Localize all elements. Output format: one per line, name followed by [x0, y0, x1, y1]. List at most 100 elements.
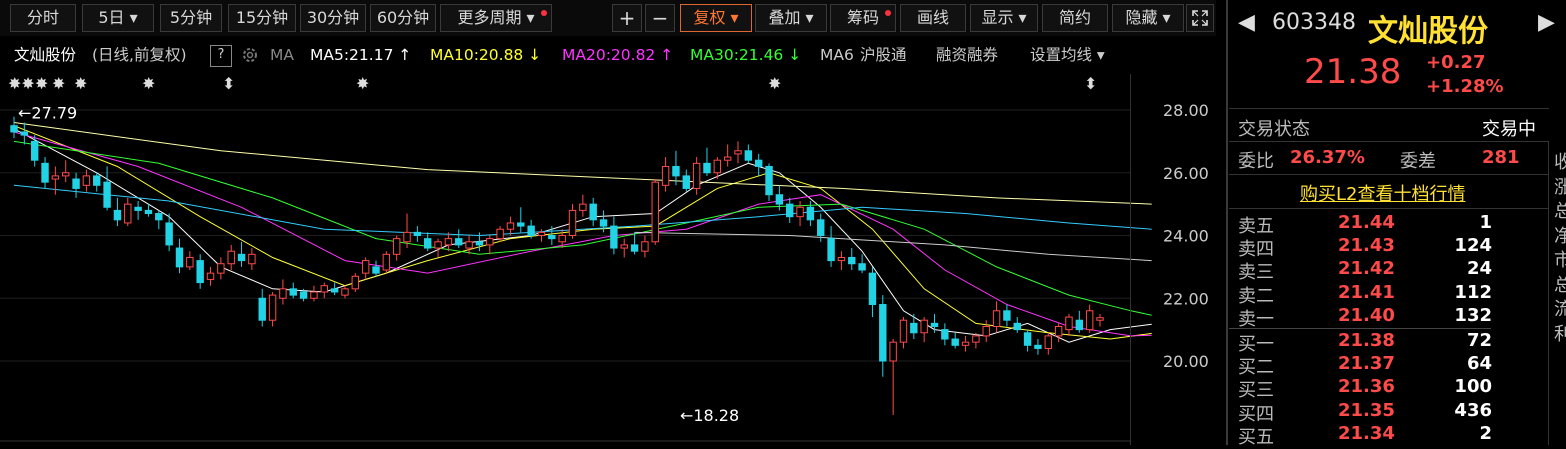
bid-row[interactable]: 买二 21.37 64: [1238, 353, 1492, 378]
candle-body: [879, 304, 887, 362]
candle-body: [382, 253, 391, 271]
candle-body: [227, 250, 235, 265]
candle-body: [754, 159, 763, 167]
candle-body: [910, 322, 918, 334]
edge-label: 涨: [1554, 176, 1566, 198]
candle-body: [424, 238, 432, 249]
candle-body: [837, 256, 846, 262]
candle-body: [599, 219, 608, 227]
divider: [1229, 208, 1549, 209]
candle-body: [1054, 325, 1063, 337]
candle-body: [1085, 310, 1094, 331]
ma-line-ma250: [634, 231, 1152, 262]
price-extreme-label: ←27.79: [18, 104, 77, 123]
level-price: 21.44: [1338, 212, 1395, 233]
candle-body: [134, 206, 142, 211]
price-change-pct: +1.28%: [1426, 76, 1504, 97]
candle-body: [506, 222, 515, 230]
candle-body: [30, 140, 39, 161]
level-price: 21.35: [1338, 399, 1395, 421]
candle-body: [320, 285, 328, 293]
price-extreme-label: ←18.28: [680, 406, 739, 425]
bid-row[interactable]: 买三 21.36 100: [1238, 376, 1492, 401]
candle-body: [1034, 344, 1042, 349]
candle-body: [568, 209, 577, 236]
candle-body: [1013, 322, 1021, 331]
candle-body: [630, 244, 639, 252]
candle-body: [217, 263, 225, 274]
candle-body: [558, 235, 566, 243]
candle-body: [899, 319, 908, 343]
candle-body: [703, 162, 711, 174]
candle-body: [734, 150, 742, 155]
candle-body: [1075, 319, 1084, 331]
candle-body: [289, 288, 297, 296]
candle-body: [175, 247, 184, 268]
prev-stock-arrow[interactable]: ◀: [1238, 10, 1255, 35]
candle-body: [868, 272, 877, 306]
level-price: 21.42: [1338, 258, 1395, 280]
candle-body: [51, 175, 60, 180]
level-volume: 72: [1466, 330, 1492, 351]
candle-body: [775, 194, 784, 205]
level-price: 21.37: [1338, 353, 1395, 375]
candle-body: [796, 206, 804, 218]
column-divider: [1548, 142, 1549, 445]
candle-body: [72, 178, 80, 189]
panel-divider[interactable]: [1226, 0, 1228, 445]
level-label: 卖五: [1238, 216, 1274, 237]
candle-body: [403, 231, 411, 243]
candle-body: [144, 209, 153, 215]
candle-body: [1096, 317, 1104, 321]
ma-line-ma20: [13, 131, 1152, 337]
candle-body: [237, 253, 246, 262]
candle-body: [692, 162, 701, 189]
candle-body: [641, 241, 649, 252]
candle-body: [330, 288, 339, 293]
weibi-value: 26.37%: [1290, 147, 1365, 168]
ask-row[interactable]: 卖二 21.41 112: [1238, 282, 1492, 307]
candle-body: [579, 203, 587, 211]
candle-body: [610, 225, 618, 249]
next-stock-arrow[interactable]: ▶: [1538, 10, 1555, 35]
ask-row[interactable]: 卖五 21.44 1: [1238, 212, 1492, 237]
level-label: 卖二: [1238, 285, 1274, 307]
candle-body: [537, 231, 546, 237]
candle-body: [672, 165, 680, 177]
axis-separator: [1130, 74, 1131, 445]
level-volume: 132: [1454, 304, 1492, 326]
bid-row[interactable]: 买五 21.34 2: [1238, 423, 1492, 448]
candle-body: [165, 222, 173, 246]
price-change: +0.27: [1426, 52, 1486, 73]
last-price: 21.38: [1304, 52, 1402, 92]
candle-body: [723, 156, 732, 161]
edge-label: 流: [1554, 299, 1566, 320]
candle-body: [113, 209, 122, 221]
l2-upgrade-link[interactable]: 购买L2查看十档行情: [1300, 180, 1465, 206]
candle-body: [1023, 332, 1032, 346]
ask-row[interactable]: 卖一 21.40 132: [1238, 304, 1492, 330]
y-tick-label: 22.00: [1163, 289, 1209, 308]
candle-body: [496, 228, 504, 240]
ask-row[interactable]: 卖四 21.43 124: [1238, 235, 1492, 261]
edge-label: 净: [1554, 225, 1566, 247]
level-volume: 1: [1479, 212, 1492, 233]
edge-label: 总: [1554, 274, 1566, 296]
candle-body: [806, 206, 815, 221]
bid-row[interactable]: 买四 21.35 436: [1238, 399, 1492, 425]
status-label: 交易状态: [1238, 119, 1310, 140]
candle-body: [1044, 335, 1052, 349]
candle-body: [786, 203, 794, 218]
ask-row[interactable]: 卖三 21.42 24: [1238, 258, 1492, 284]
kline-chart[interactable]: 28.00 26.00 24.00 22.00 20.00 ←27.79 ←18.28: [0, 0, 1226, 445]
level-label: 卖四: [1238, 239, 1274, 261]
ma-line-ma120: [13, 122, 1152, 205]
level-label: 卖三: [1238, 262, 1274, 284]
candle-body: [620, 244, 628, 249]
candle-body: [10, 125, 18, 133]
edge-label: 收: [1554, 152, 1566, 173]
y-tick-label: 24.00: [1163, 227, 1209, 246]
candle-body: [651, 181, 659, 243]
candle-body: [196, 260, 204, 284]
bid-row[interactable]: 买一 21.38 72: [1238, 330, 1492, 355]
